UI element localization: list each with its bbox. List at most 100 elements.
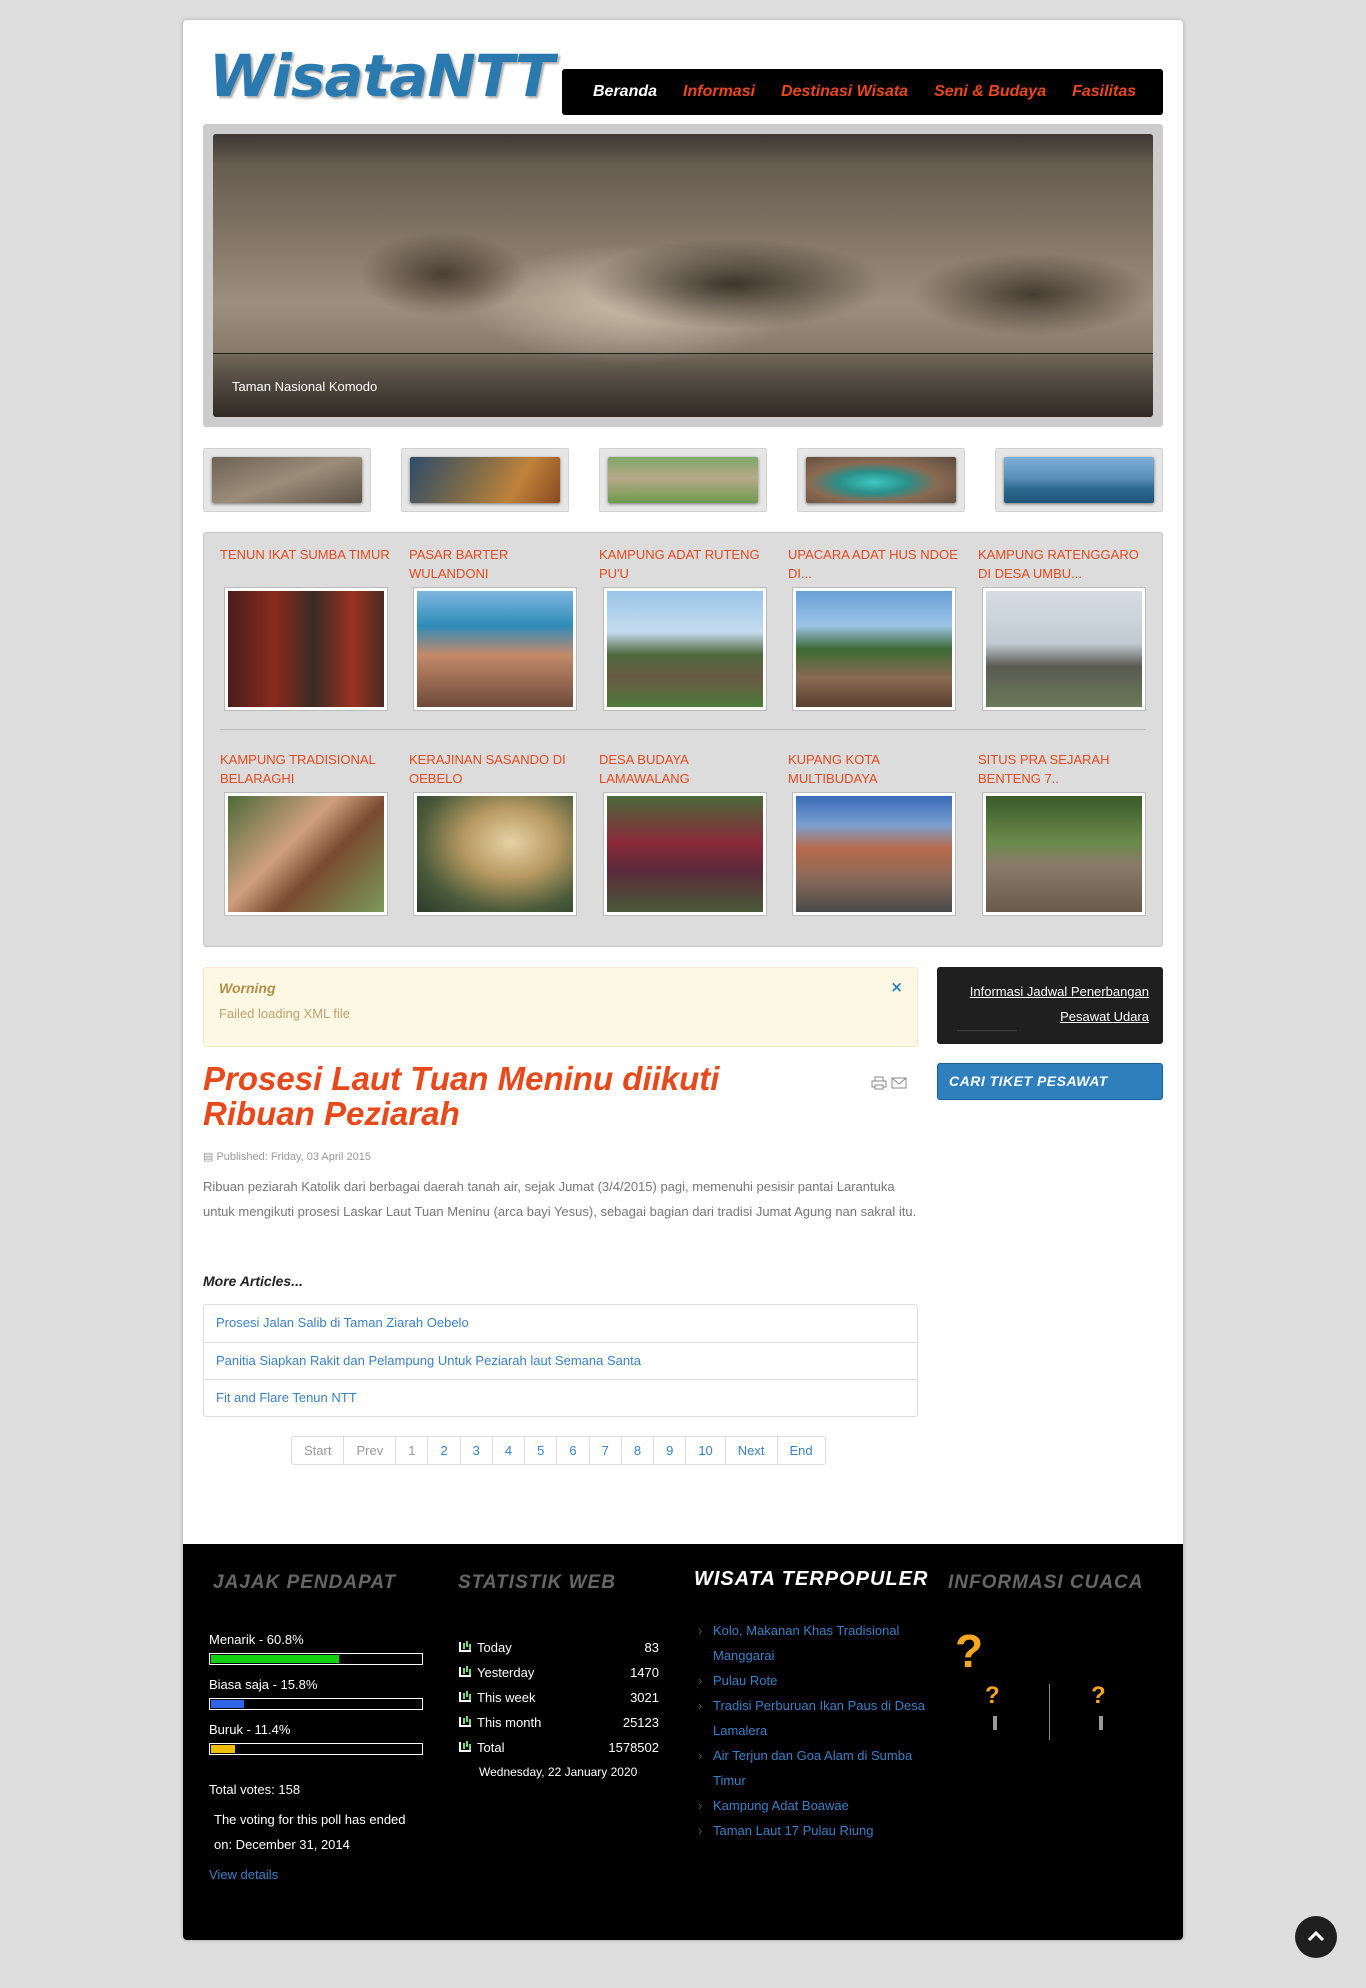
poll-bar-fill [211,1700,245,1708]
stats-label: Total [477,1740,505,1755]
gallery-item[interactable]: KERAJINAN SASANDO DI OEBELO [409,750,579,916]
flight-info-box: Informasi Jadwal Penerbangan Pesawat Uda… [937,967,1163,1044]
list-item[interactable]: Prosesi Jalan Salib di Taman Ziarah Oebe… [204,1305,917,1342]
pagination-page-10[interactable]: 10 [685,1437,724,1464]
gallery-item-image[interactable] [413,792,577,916]
poll-option-label: Menarik - 60.8% [209,1632,304,1647]
pagination-page-3[interactable]: 3 [459,1437,492,1464]
bar-chart-icon [459,1642,471,1652]
gallery-item-image[interactable] [982,792,1146,916]
gallery-item-image[interactable] [792,587,956,711]
gallery-item[interactable]: SITUS PRA SEJARAH BENTENG 7.. [978,750,1148,916]
warning-heading: Worning [219,980,276,996]
poll-bar [209,1743,423,1755]
gallery-item-title[interactable]: KAMPUNG ADAT RUTENG PU'U [599,545,769,583]
gallery-item[interactable]: KAMPUNG TRADISIONAL BELARAGHI [220,750,390,916]
pagination-next[interactable]: Next [724,1437,777,1464]
pagination-page-9[interactable]: 9 [653,1437,685,1464]
stats-label: This month [477,1715,542,1730]
gallery-item-title[interactable]: DESA BUDAYA LAMAWALANG [599,750,769,788]
article-body: Ribuan peziarah Katolik dari berbagai da… [203,1179,917,1219]
poll-bar-fill [211,1745,235,1753]
culture-gallery: TENUN IKAT SUMBA TIMUR PASAR BARTER WULA… [203,532,1163,947]
list-item[interactable]: Tradisi Perburuan Ikan Paus di Desa Lama… [695,1693,925,1743]
pagination-page-7[interactable]: 7 [588,1437,621,1464]
pagination-page-2[interactable]: 2 [427,1437,459,1464]
more-articles-heading: More Articles... [203,1273,303,1289]
gallery-item[interactable]: UPACARA ADAT HUS NDOE DI... [788,545,958,711]
gallery-item-image[interactable] [603,792,767,916]
nav-item-informasi[interactable]: Informasi [683,83,755,101]
slider-thumb-1[interactable] [203,448,371,512]
gallery-item-title[interactable]: KERAJINAN SASANDO DI OEBELO [409,750,579,788]
weather-temp-bar [1099,1716,1103,1730]
warning-message: Failed loading XML file [219,1006,351,1021]
gallery-item-image[interactable] [224,792,388,916]
stats-label: This week [477,1690,536,1705]
gallery-item-image[interactable] [224,587,388,711]
nav-item-seni-budaya[interactable]: Seni & Budaya [934,83,1046,101]
poll-widget: Menarik - 60.8% Biasa saja - 15.8% Buruk… [209,1632,429,1882]
nav-item-fasilitas[interactable]: Fasilitas [1072,83,1136,101]
poll-view-details-link[interactable]: View details [209,1867,429,1882]
hero-caption: Taman Nasional Komodo [213,353,1153,417]
list-item[interactable]: Taman Laut 17 Pulau Riung [695,1818,925,1843]
more-articles-list: Prosesi Jalan Salib di Taman Ziarah Oebe… [203,1304,918,1417]
gallery-item-title[interactable]: KAMPUNG RATENGGARO DI DESA UMBU... [978,545,1148,583]
gallery-item[interactable]: DESA BUDAYA LAMAWALANG [599,750,769,916]
pagination-page-4[interactable]: 4 [491,1437,524,1464]
gallery-item[interactable]: TENUN IKAT SUMBA TIMUR [220,545,390,711]
print-icon[interactable] [871,1076,887,1094]
poll-option: Menarik - 60.8% [209,1632,429,1677]
nav-item-destinasi-wisata[interactable]: Destinasi Wisata [781,83,908,101]
stats-row: Today 83 [459,1640,659,1665]
gallery-item-title[interactable]: PASAR BARTER WULANDONI [409,545,579,583]
gallery-item[interactable]: KAMPUNG ADAT RUTENG PU'U [599,545,769,711]
pagination-page-8[interactable]: 8 [620,1437,653,1464]
gallery-item-title[interactable]: SITUS PRA SEJARAH BENTENG 7.. [978,750,1148,788]
email-icon[interactable] [891,1076,907,1094]
list-item[interactable]: Kampung Adat Boawae [695,1793,925,1818]
slider-thumb-2[interactable] [401,448,569,512]
stats-label: Yesterday [477,1665,535,1680]
flight-info-link[interactable]: Informasi Jadwal Penerbangan [937,979,1149,1004]
gallery-item-image[interactable] [792,792,956,916]
close-icon[interactable]: × [890,978,903,996]
main-nav: Beranda Informasi Destinasi Wisata Seni … [562,69,1163,115]
scroll-to-top-button[interactable] [1295,1916,1337,1958]
pagination: Start Prev 1 2 3 4 5 6 7 8 9 10 Next End [291,1436,826,1465]
slider-thumb-4[interactable] [797,448,965,512]
list-item[interactable]: Air Terjun dan Goa Alam di Sumba Timur [695,1743,925,1793]
weather-temp-bar [993,1716,997,1730]
pagination-page-6[interactable]: 6 [556,1437,588,1464]
find-ticket-button[interactable]: CARI TIKET PESAWAT [937,1063,1163,1100]
list-item[interactable]: Fit and Flare Tenun NTT [204,1379,917,1416]
stats-value: 3021 [630,1690,659,1705]
gallery-item[interactable]: PASAR BARTER WULANDONI [409,545,579,711]
slider-thumb-3[interactable] [599,448,767,512]
list-item[interactable]: Panitia Siapkan Rakit dan Pelampung Untu… [204,1342,917,1379]
pagination-page-5[interactable]: 5 [524,1437,556,1464]
hero-caption-text: Taman Nasional Komodo [232,379,378,394]
gallery-item[interactable]: KUPANG KOTA MULTIBUDAYA [788,750,958,916]
list-item[interactable]: Kolo, Makanan Khas Tradisional Manggarai [695,1618,925,1668]
site-logo[interactable]: WisataNTT [209,42,554,110]
slider-thumb-5[interactable] [995,448,1163,512]
gallery-item-title[interactable]: UPACARA ADAT HUS NDOE DI... [788,545,958,583]
gallery-item-image[interactable] [982,587,1146,711]
hero-image[interactable]: Taman Nasional Komodo [213,134,1153,417]
gallery-item-image[interactable] [603,587,767,711]
gallery-item-title[interactable]: KAMPUNG TRADISIONAL BELARAGHI [220,750,390,788]
gallery-item-image[interactable] [413,587,577,711]
stats-row: Total 1578502 [459,1740,659,1765]
gallery-item-title[interactable]: KUPANG KOTA MULTIBUDAYA [788,750,958,788]
weather-unknown-icon: ? [955,1625,984,1677]
pagination-end[interactable]: End [776,1437,825,1464]
poll-bar-fill [211,1655,339,1663]
list-item[interactable]: Pulau Rote [695,1668,925,1693]
gallery-item[interactable]: KAMPUNG RATENGGARO DI DESA UMBU... [978,545,1148,711]
gallery-item-title[interactable]: TENUN IKAT SUMBA TIMUR [220,545,390,583]
article-title[interactable]: Prosesi Laut Tuan Meninu diikuti Ribuan … [203,1061,793,1131]
pagination-page-1: 1 [395,1437,427,1464]
nav-item-beranda[interactable]: Beranda [593,83,657,101]
